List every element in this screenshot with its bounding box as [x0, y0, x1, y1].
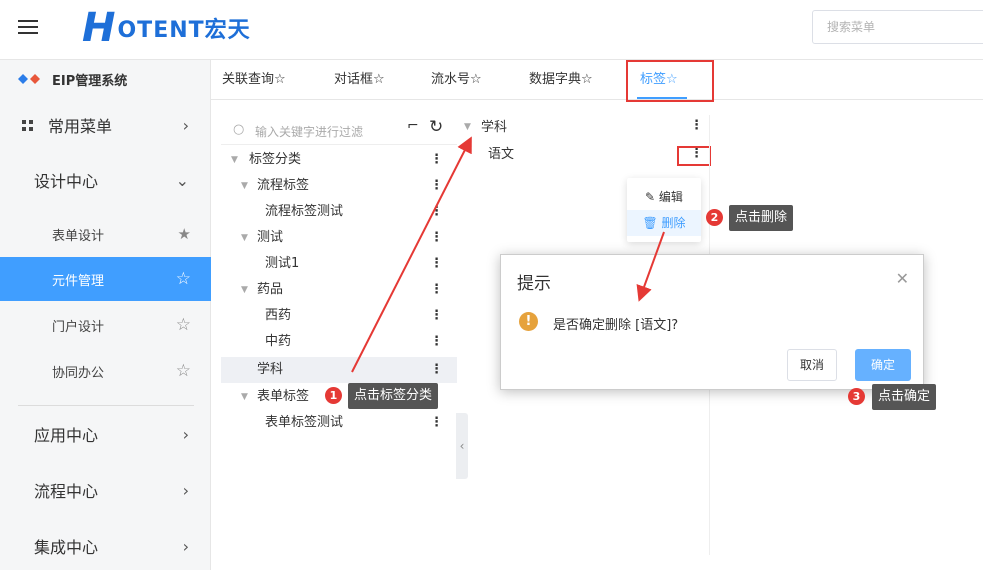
- annotation-arrows: [351, 136, 665, 373]
- step-tip: 点击标签分类: [348, 383, 439, 409]
- arrow-step2: [636, 231, 665, 302]
- step-badge: 1: [325, 387, 342, 404]
- step-badge: 3: [848, 388, 865, 405]
- step-tip: 点击确定: [872, 384, 937, 410]
- step-badge: 2: [706, 209, 723, 226]
- arrow-step1: [351, 136, 472, 373]
- step-tip: 点击删除: [729, 205, 794, 231]
